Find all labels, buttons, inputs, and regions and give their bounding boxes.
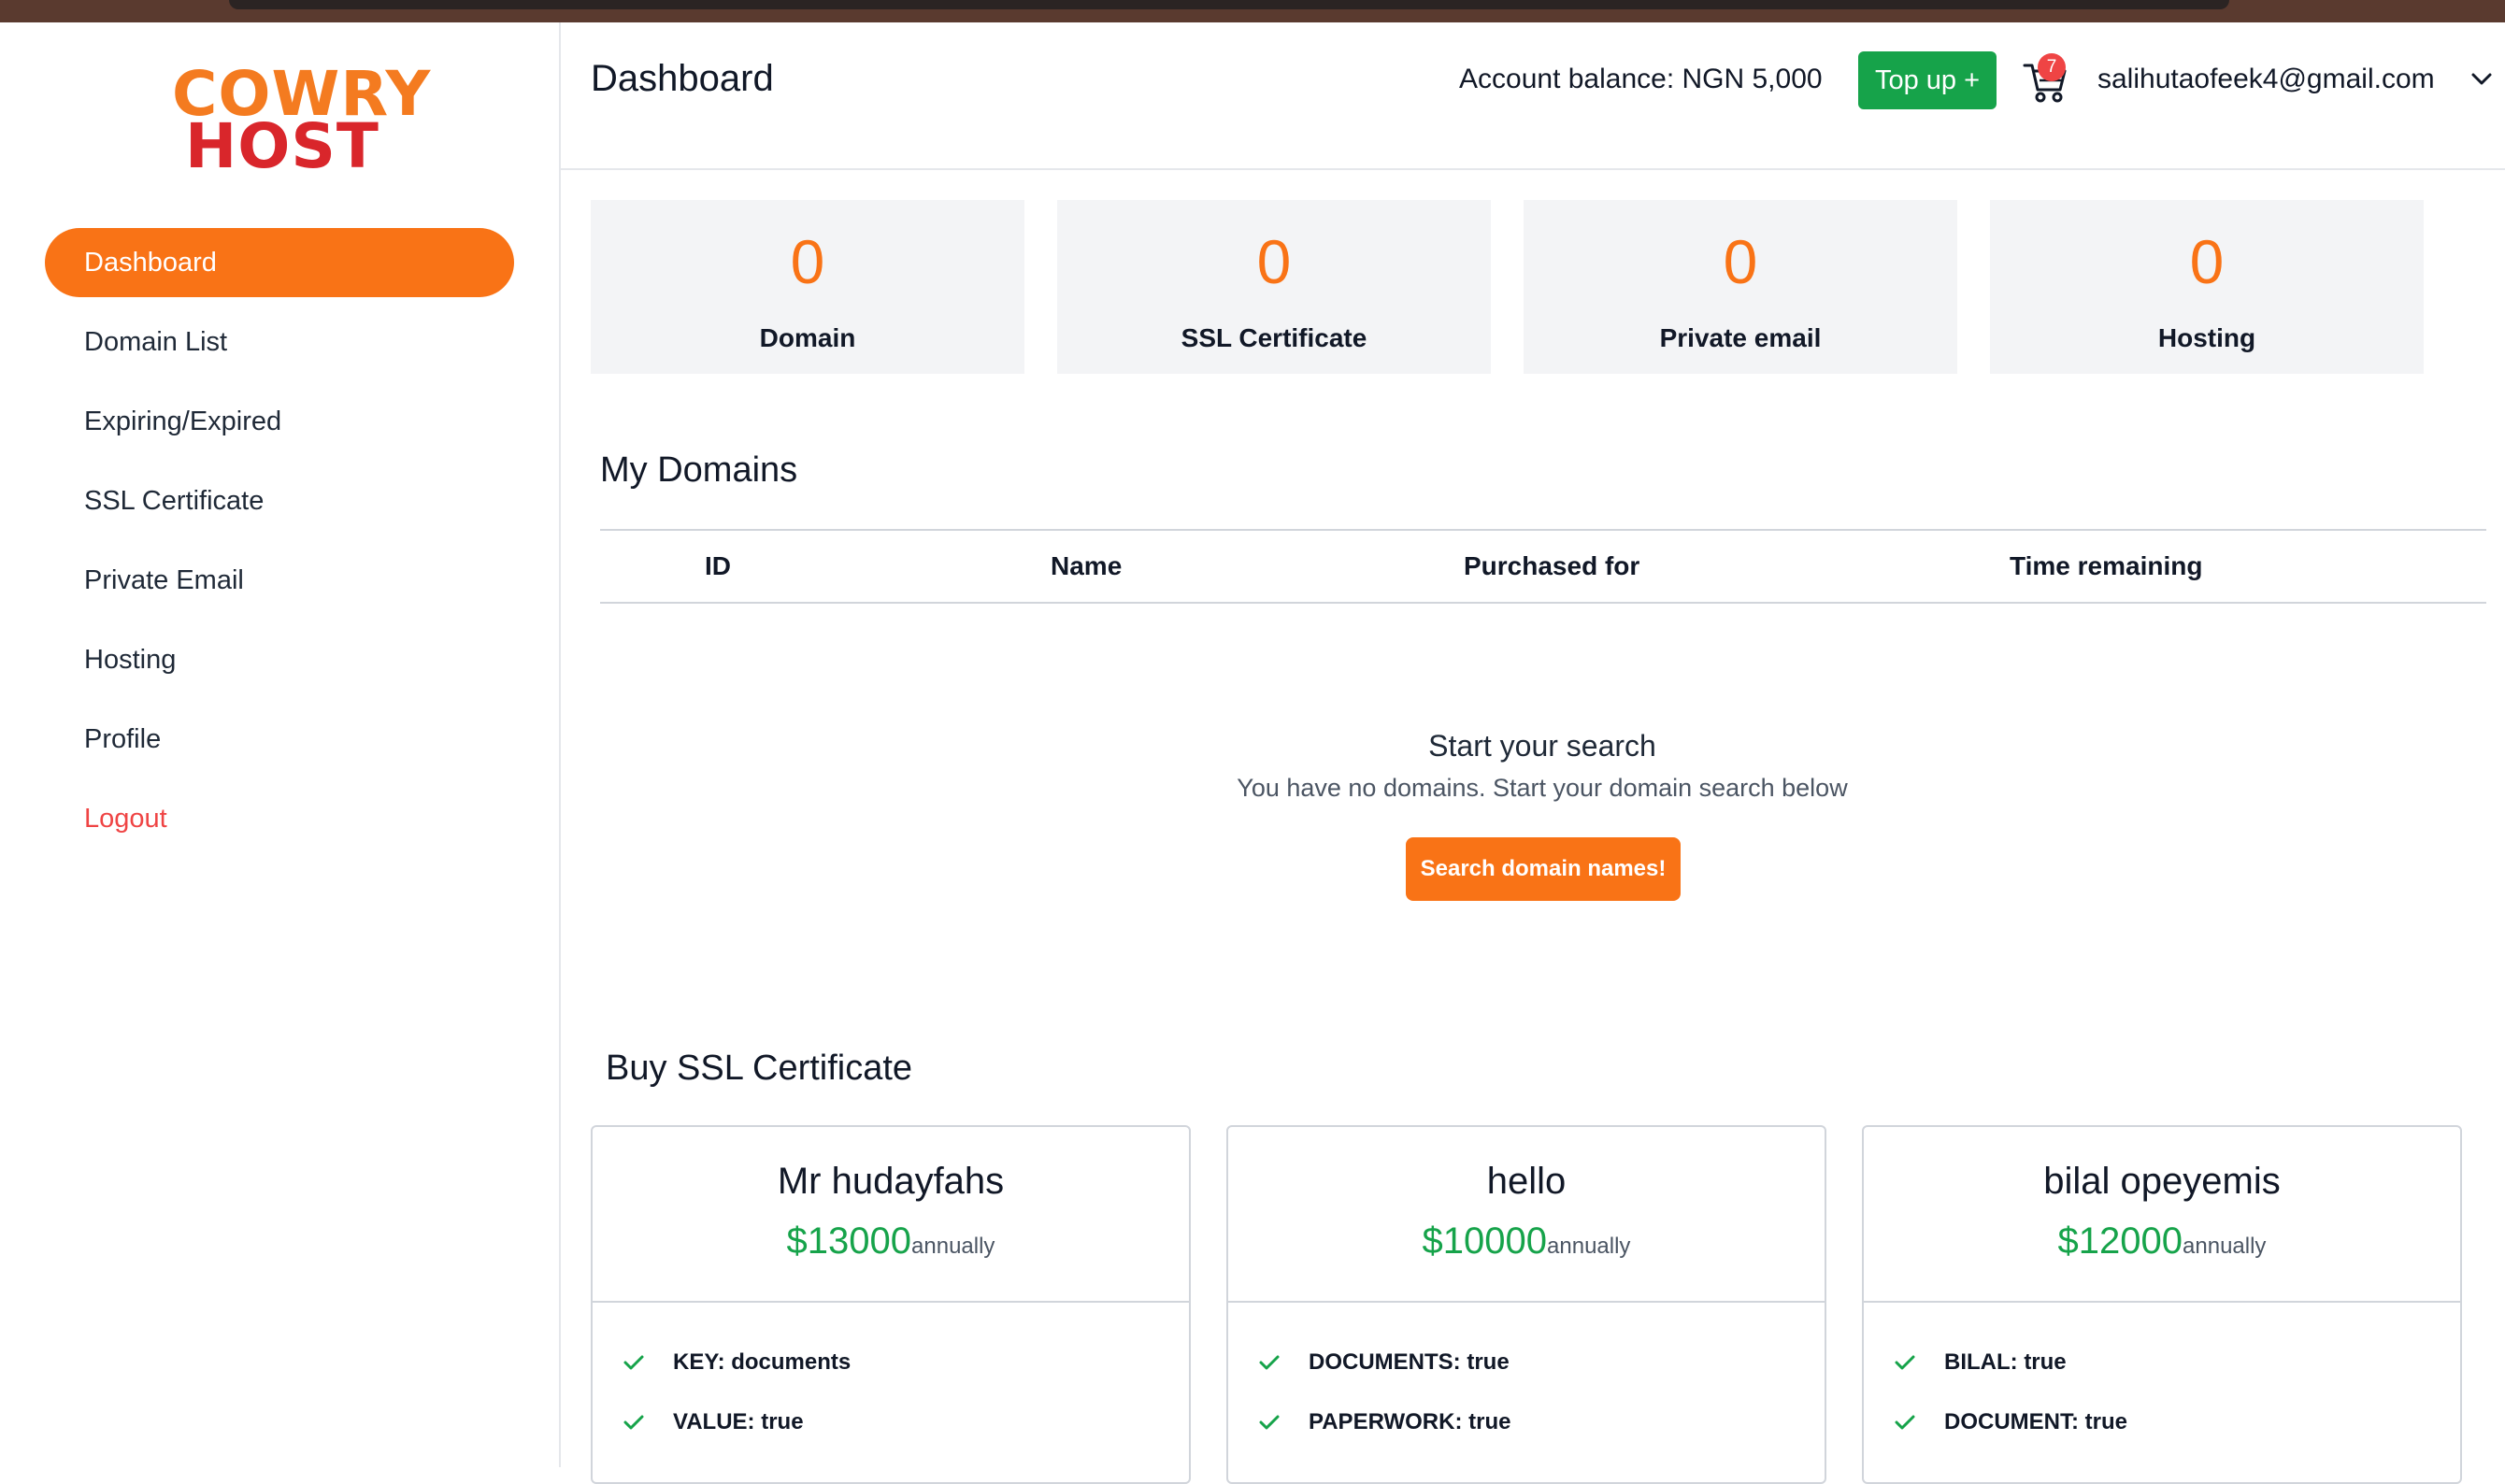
user-email[interactable]: salihutaofeek4@gmail.com [2097, 64, 2435, 95]
stat-card-ssl-certificate: 0 SSL Certificate [1057, 200, 1491, 374]
ssl-plan-price-row: $13000annually [593, 1220, 1189, 1263]
stat-value: 0 [790, 227, 825, 296]
ssl-plan-price-row: $10000annually [1228, 1220, 1825, 1263]
empty-state-title: Start your search [1428, 729, 1656, 763]
ssl-plan-header: hello $10000annually [1228, 1127, 1825, 1303]
sidebar-item-ssl-certificate[interactable]: SSL Certificate [45, 466, 514, 535]
sidebar-item-private-email[interactable]: Private Email [45, 546, 514, 615]
sidebar-item-hosting[interactable]: Hosting [45, 625, 514, 694]
stat-label: Domain [759, 323, 856, 352]
ssl-plan-price: $10000 [1422, 1220, 1548, 1262]
ssl-plan-feature: DOCUMENTS: true [1258, 1344, 1510, 1381]
page-title: Dashboard [591, 58, 774, 99]
check-icon [1895, 1415, 1915, 1430]
stat-label: Private email [1659, 323, 1822, 352]
ssl-plan-feature: DOCUMENT: true [1894, 1404, 2127, 1441]
ssl-plan-card[interactable]: bilal opeyemis $12000annually BILAL: tru… [1862, 1125, 2462, 1484]
ssl-plan-feature-text: KEY: documents [673, 1349, 852, 1375]
empty-state-message: You have no domains. Start your domain s… [1237, 774, 1848, 802]
stat-card-hosting: 0 Hosting [1990, 200, 2424, 374]
cart-count-badge: 7 [2038, 53, 2066, 81]
sidebar: COWRY HOST Dashboard Domain List Expirin… [0, 22, 561, 1467]
ssl-plan-name: hello [1486, 1161, 1567, 1202]
stat-card-private-email: 0 Private email [1524, 200, 1957, 374]
check-icon [1259, 1415, 1280, 1430]
top-up-button[interactable]: Top up + [1858, 51, 1997, 109]
cowry-host-logo[interactable]: COWRY HOST [168, 64, 430, 185]
ssl-plan-feature-text: VALUE: true [673, 1409, 804, 1434]
check-icon [1895, 1355, 1915, 1370]
check-icon [1259, 1355, 1280, 1370]
top-header: Dashboard Account balance: NGN 5,000 Top… [561, 22, 2505, 170]
ssl-plan-period: annually [911, 1234, 995, 1259]
chevron-down-icon[interactable] [2468, 65, 2496, 93]
column-header-purchased-for[interactable]: Purchased for [1464, 551, 1639, 581]
sidebar-item-profile[interactable]: Profile [45, 705, 514, 774]
ssl-plan-header: bilal opeyemis $12000annually [1864, 1127, 2460, 1303]
ssl-plan-header: Mr hudayfahs $13000annually [593, 1127, 1189, 1303]
ssl-plan-card[interactable]: Mr hudayfahs $13000annually KEY: documen… [591, 1125, 1191, 1484]
domains-table-header: ID Name Purchased for Time remaining [600, 529, 2486, 604]
sidebar-item-logout[interactable]: Logout [45, 784, 514, 853]
ssl-plan-name: bilal opeyemis [2043, 1161, 2281, 1202]
stat-label: SSL Certificate [1181, 323, 1367, 352]
logo-line-2: HOST [185, 110, 379, 182]
stat-value: 0 [1723, 227, 1758, 296]
ssl-plan-feature-text: DOCUMENTS: true [1309, 1349, 1510, 1375]
ssl-plan-feature-text: DOCUMENT: true [1944, 1409, 2127, 1434]
ssl-plan-feature: KEY: documents [623, 1344, 851, 1381]
stat-value: 0 [2189, 227, 2225, 296]
check-icon [623, 1355, 644, 1370]
column-header-time-remaining[interactable]: Time remaining [2010, 551, 2202, 581]
stat-label: Hosting [2157, 323, 2256, 352]
column-header-id[interactable]: ID [705, 551, 731, 581]
sidebar-item-dashboard[interactable]: Dashboard [45, 228, 514, 297]
ssl-plan-price-row: $12000annually [1864, 1220, 2460, 1263]
account-balance: Account balance: NGN 5,000 [1459, 64, 1823, 94]
ssl-plan-price: $12000 [2057, 1220, 2183, 1262]
my-domains-title: My Domains [600, 450, 798, 490]
ssl-plan-card[interactable]: hello $10000annually DOCUMENTS: true PAP… [1226, 1125, 1826, 1484]
ssl-plan-feature: VALUE: true [623, 1404, 804, 1441]
ssl-plan-period: annually [1547, 1234, 1631, 1259]
column-header-name[interactable]: Name [1051, 551, 1122, 581]
check-icon [623, 1415, 644, 1430]
buy-ssl-title: Buy SSL Certificate [606, 1049, 913, 1088]
sidebar-nav: Dashboard Domain List Expiring/Expired S… [45, 228, 514, 863]
ssl-plan-feature-text: PAPERWORK: true [1309, 1409, 1511, 1434]
sidebar-item-domain-list[interactable]: Domain List [45, 307, 514, 377]
browser-tab-bar [229, 0, 2229, 9]
ssl-plan-feature-text: BILAL: true [1944, 1349, 2067, 1375]
ssl-plan-name: Mr hudayfahs [777, 1161, 1005, 1202]
browser-top-strip [0, 0, 2505, 22]
stat-value: 0 [1256, 227, 1292, 296]
search-domain-names-button[interactable]: Search domain names! [1406, 837, 1681, 901]
stat-card-domain: 0 Domain [591, 200, 1024, 374]
sidebar-item-expiring-expired[interactable]: Expiring/Expired [45, 387, 514, 456]
ssl-plan-period: annually [2183, 1234, 2267, 1259]
ssl-plan-feature: BILAL: true [1894, 1344, 2067, 1381]
ssl-plan-price: $13000 [786, 1220, 912, 1262]
ssl-plan-feature: PAPERWORK: true [1258, 1404, 1510, 1441]
